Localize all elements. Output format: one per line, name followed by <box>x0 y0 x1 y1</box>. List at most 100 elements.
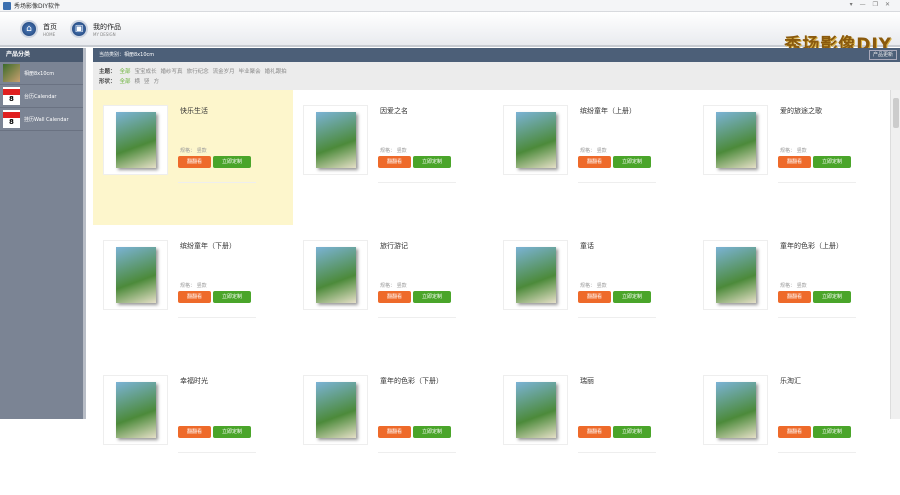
preview-button[interactable]: 翻翻看 <box>378 426 411 438</box>
preview-button[interactable]: 翻翻看 <box>178 426 211 438</box>
minimize-button[interactable]: — <box>860 1 866 8</box>
product-title: 因爱之名 <box>380 107 408 115</box>
nav-my-design[interactable]: ▣ 我的作品 MY DESIGN <box>70 20 121 38</box>
main-panel: 当前类别：相册8x10cm 产品更新 主题： 全部 宝宝成长 婚纱写真 旅行纪念 流金岁月… <box>93 48 900 453</box>
product-thumbnail[interactable] <box>703 375 768 445</box>
customize-button[interactable]: 立即定制 <box>413 426 451 438</box>
customize-button[interactable]: 立即定制 <box>413 291 451 303</box>
book-cover-image <box>715 112 756 168</box>
shape-filter[interactable]: 竖 <box>144 77 150 85</box>
theme-filter[interactable]: 旅行纪念 <box>187 67 209 75</box>
customize-button[interactable]: 立即定制 <box>213 426 251 438</box>
divider <box>378 182 456 183</box>
home-icon: ⌂ <box>20 20 38 38</box>
theme-filter[interactable]: 全部 <box>120 67 131 75</box>
shape-filter[interactable]: 全部 <box>120 77 131 85</box>
preview-button[interactable]: 翻翻看 <box>578 291 611 303</box>
product-thumbnail[interactable] <box>703 240 768 310</box>
customize-button[interactable]: 立即定制 <box>413 156 451 168</box>
calendar-icon <box>3 110 20 128</box>
product-thumbnail[interactable] <box>103 375 168 445</box>
header: ⌂ 首页 HOME ▣ 我的作品 MY DESIGN 秀场影像DIY <box>0 12 900 55</box>
customize-button[interactable]: 立即定制 <box>613 291 651 303</box>
title-bar: 秀场影像DIY软件 ▾ — ❐ ✕ <box>0 0 900 12</box>
product-thumbnail[interactable] <box>303 105 368 175</box>
nav-home[interactable]: ⌂ 首页 HOME <box>20 20 57 38</box>
preview-button[interactable]: 翻翻看 <box>178 291 211 303</box>
product-thumbnail[interactable] <box>303 375 368 445</box>
shape-filter[interactable]: 横 <box>135 77 141 85</box>
product-title: 童话 <box>580 242 594 250</box>
product-card[interactable]: 幸福时光 翻翻看 立即定制 <box>93 360 293 495</box>
divider <box>778 182 856 183</box>
product-card[interactable]: 童年的色彩（上册） 规格： 竖款 翻翻看 立即定制 <box>693 225 893 360</box>
nav-sub: MY DESIGN <box>93 31 116 37</box>
product-spec: 规格： 竖款 <box>580 148 607 154</box>
sidebar-item[interactable]: 挂历Wall Calendar <box>0 108 83 131</box>
book-cover-image <box>715 382 756 438</box>
product-thumbnail[interactable] <box>103 240 168 310</box>
theme-filter[interactable]: 毕业聚会 <box>239 67 261 75</box>
customize-button[interactable]: 立即定制 <box>813 156 851 168</box>
theme-filter[interactable]: 流金岁月 <box>213 67 235 75</box>
product-thumbnail[interactable] <box>503 240 568 310</box>
product-card[interactable]: 爱的旅途之歌 规格： 竖款 翻翻看 立即定制 <box>693 90 893 225</box>
customize-button[interactable]: 立即定制 <box>213 156 251 168</box>
maximize-button[interactable]: ❐ <box>873 1 878 8</box>
product-thumbnail[interactable] <box>503 105 568 175</box>
product-card[interactable]: 童年的色彩（下册） 翻翻看 立即定制 <box>293 360 493 495</box>
divider <box>778 452 856 453</box>
product-card[interactable]: 缤纷童年（下册） 规格： 竖款 翻翻看 立即定制 <box>93 225 293 360</box>
preview-button[interactable]: 翻翻看 <box>178 156 211 168</box>
product-spec: 规格： 竖款 <box>580 283 607 289</box>
sidebar-item[interactable]: 相册8x10cm <box>0 62 83 85</box>
customize-button[interactable]: 立即定制 <box>613 426 651 438</box>
product-thumbnail[interactable] <box>703 105 768 175</box>
product-card[interactable]: 童话规格： 竖款翻翻看 立即定制 <box>493 225 693 360</box>
shape-label: 形状： <box>99 79 116 85</box>
update-button[interactable]: 产品更新 <box>868 50 897 60</box>
theme-filter[interactable]: 婚纱写真 <box>161 67 183 75</box>
preview-button[interactable]: 翻翻看 <box>778 156 811 168</box>
divider <box>378 317 456 318</box>
product-title: 童年的色彩（下册） <box>380 377 443 385</box>
product-thumbnail[interactable] <box>303 240 368 310</box>
window-title: 秀场影像DIY软件 <box>14 3 61 10</box>
preview-button[interactable]: 翻翻看 <box>778 426 811 438</box>
preview-button[interactable]: 翻翻看 <box>578 426 611 438</box>
divider <box>578 452 656 453</box>
product-card[interactable]: 乐淘汇翻翻看 立即定制 <box>693 360 893 495</box>
customize-button[interactable]: 立即定制 <box>213 291 251 303</box>
product-card[interactable]: 旅行游记 规格： 竖款 翻翻看 立即定制 <box>293 225 493 360</box>
divider <box>178 182 256 183</box>
product-spec: 规格： 竖款 <box>780 148 807 154</box>
customize-button[interactable]: 立即定制 <box>813 291 851 303</box>
book-cover-image <box>315 382 356 438</box>
preview-button[interactable]: 翻翻看 <box>578 156 611 168</box>
theme-filter[interactable]: 宝宝成长 <box>135 67 157 75</box>
product-thumbnail[interactable] <box>503 375 568 445</box>
customize-button[interactable]: 立即定制 <box>613 156 651 168</box>
product-card[interactable]: 因爱之名 规格： 竖款 翻翻看 立即定制 <box>293 90 493 225</box>
nav-label: 我的作品 <box>93 22 121 31</box>
book-cover-image <box>515 112 556 168</box>
product-thumbnail[interactable] <box>103 105 168 175</box>
customize-button[interactable]: 立即定制 <box>813 426 851 438</box>
scrollbar-thumb[interactable] <box>893 98 899 128</box>
preview-button[interactable]: 翻翻看 <box>378 291 411 303</box>
shape-filter[interactable]: 方 <box>154 77 160 85</box>
preview-button[interactable]: 翻翻看 <box>778 291 811 303</box>
sidebar-item[interactable]: 台历Calendar <box>0 85 83 108</box>
product-card[interactable]: 瑞丽 翻翻看 立即定制 <box>493 360 693 495</box>
preview-button[interactable]: 翻翻看 <box>378 156 411 168</box>
product-title: 乐淘汇 <box>780 377 801 385</box>
product-card[interactable]: 缤纷童年（上册） 规格： 竖款 翻翻看 立即定制 <box>493 90 693 225</box>
product-card[interactable]: 快乐生活 规格： 竖款 翻翻看 立即定制 <box>93 90 293 225</box>
menu-button[interactable]: ▾ <box>850 1 853 8</box>
divider <box>778 317 856 318</box>
book-cover-image <box>715 247 756 303</box>
product-spec: 规格： 竖款 <box>180 283 207 289</box>
theme-filter[interactable]: 婚礼跟拍 <box>265 67 287 75</box>
scrollbar[interactable] <box>890 90 900 419</box>
close-button[interactable]: ✕ <box>885 1 890 8</box>
